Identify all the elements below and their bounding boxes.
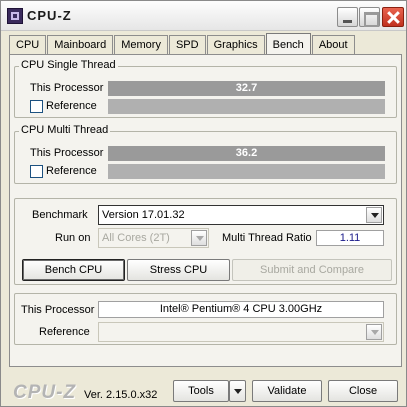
single-thread-score-bar: 32.7: [108, 81, 385, 96]
tab-graphics[interactable]: Graphics: [206, 35, 265, 55]
run-on-value: All Cores (2T): [102, 232, 170, 244]
multi-this-processor-label: This Processor: [30, 147, 104, 159]
multi-reference-label: Reference: [46, 165, 97, 177]
validate-button[interactable]: Validate: [252, 380, 322, 402]
tools-dropdown-button[interactable]: [229, 380, 246, 402]
chevron-down-icon: [366, 207, 382, 223]
multi-reference-bar: [108, 164, 385, 179]
multi-thread-ratio-label: Multi Thread Ratio: [222, 232, 312, 244]
tab-mainboard[interactable]: Mainboard: [47, 35, 114, 55]
benchmark-version-select[interactable]: Version 17.01.32: [98, 205, 384, 225]
compare-this-processor-value: Intel® Pentium® 4 CPU 3.00GHz: [98, 301, 384, 318]
single-thread-group: CPU Single Thread This Processor 32.7 Re…: [14, 59, 397, 118]
single-reference-bar: [108, 99, 385, 114]
single-thread-score: 32.7: [235, 82, 258, 94]
compare-this-processor-label: This Processor: [21, 304, 95, 316]
version-label: Ver. 2.15.0.x32: [84, 389, 158, 401]
bench-tab-panel: CPU Single Thread This Processor 32.7 Re…: [9, 54, 402, 367]
chevron-down-icon: [366, 324, 382, 340]
close-window-button[interactable]: [382, 7, 404, 27]
chevron-down-icon: [191, 230, 207, 246]
tab-cpu[interactable]: CPU: [9, 35, 47, 55]
stress-cpu-button[interactable]: Stress CPU: [127, 259, 230, 281]
tab-spd[interactable]: SPD: [168, 35, 206, 55]
benchmark-version-value: Version 17.01.32: [102, 209, 185, 221]
multi-thread-group: CPU Multi Thread This Processor 36.2 Ref…: [14, 124, 397, 184]
close-button[interactable]: Close: [328, 380, 398, 402]
compare-reference-select[interactable]: [98, 322, 384, 342]
bench-cpu-button[interactable]: Bench CPU: [22, 259, 125, 281]
maximize-button[interactable]: [359, 7, 380, 27]
cpuz-app-icon: [7, 8, 23, 24]
tab-memory[interactable]: Memory: [114, 35, 168, 55]
single-reference-label: Reference: [46, 100, 97, 112]
multi-thread-score-bar: 36.2: [108, 146, 385, 161]
multi-reference-checkbox[interactable]: [30, 165, 43, 178]
tab-bench[interactable]: Bench: [265, 33, 311, 55]
single-thread-title: CPU Single Thread: [19, 59, 118, 71]
single-reference-checkbox[interactable]: [30, 100, 43, 113]
tab-strip: CPU Mainboard Memory SPD Graphics Bench …: [9, 33, 356, 55]
multi-thread-ratio-value: 1.11: [316, 230, 384, 246]
multi-thread-score: 36.2: [235, 147, 258, 159]
minimize-button[interactable]: [337, 7, 358, 27]
single-this-processor-label: This Processor: [30, 82, 104, 94]
benchmark-controls-group: Benchmark Version 17.01.32 Run on All Co…: [14, 198, 397, 285]
benchmark-label: Benchmark: [32, 209, 88, 221]
tab-about[interactable]: About: [311, 35, 355, 55]
compare-reference-label: Reference: [39, 326, 90, 338]
multi-thread-title: CPU Multi Thread: [19, 124, 111, 136]
window-title: CPU-Z: [27, 8, 72, 23]
run-on-label: Run on: [55, 232, 91, 244]
processor-compare-group: This Processor Intel® Pentium® 4 CPU 3.0…: [14, 293, 397, 345]
cpuz-window: CPU-Z CPU Mainboard Memory SPD Graphics …: [0, 0, 407, 407]
title-bar[interactable]: CPU-Z: [1, 1, 406, 31]
cpuz-logo: CPU-Z: [13, 382, 77, 403]
tools-button[interactable]: Tools: [173, 380, 229, 402]
submit-compare-button[interactable]: Submit and Compare: [232, 259, 392, 281]
run-on-select[interactable]: All Cores (2T): [98, 228, 209, 248]
